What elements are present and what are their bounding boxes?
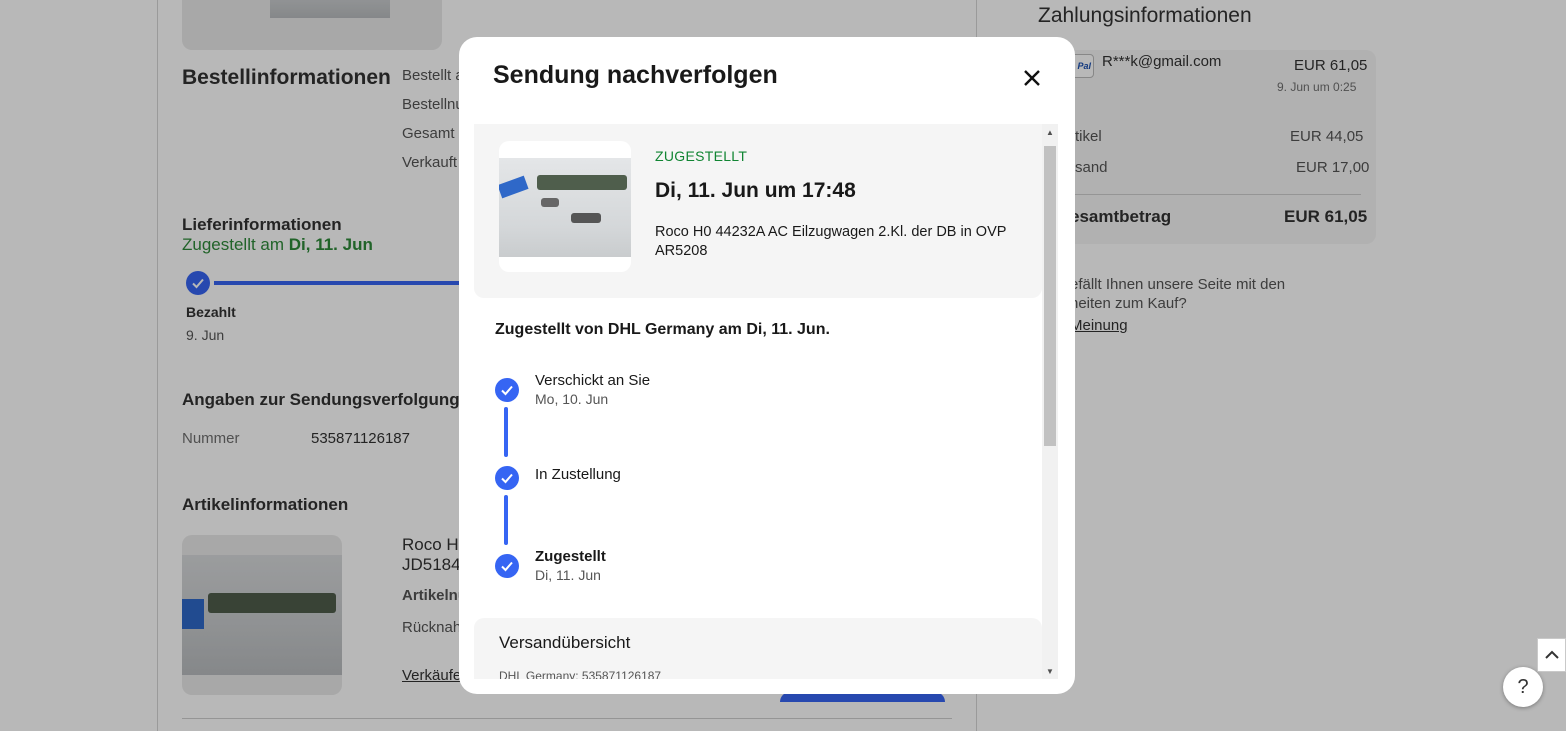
- check-icon: [495, 554, 519, 578]
- scrollbar-thumb[interactable]: [1044, 146, 1056, 446]
- item-thumbnail: [499, 141, 631, 272]
- chevron-up-icon: [1544, 650, 1559, 659]
- carrier-summary: Zugestellt von DHL Germany am Di, 11. Ju…: [495, 321, 830, 338]
- check-icon: [495, 466, 519, 490]
- scroll-to-top-button[interactable]: [1537, 638, 1566, 672]
- timeline-connector: [504, 407, 508, 457]
- step-label: Zugestellt: [535, 548, 606, 565]
- shipment-status-label: ZUGESTELLT: [655, 148, 748, 164]
- step-label: Verschickt an Sie: [535, 372, 651, 389]
- timeline-connector: [504, 495, 508, 545]
- shipment-summary-card: ZUGESTELLT Di, 11. Jun um 17:48 Roco H0 …: [474, 124, 1042, 298]
- tracking-dialog: Sendung nachverfolgen ZUGESTELLT Di, 11.…: [459, 37, 1075, 694]
- scroll-down-icon[interactable]: ▼: [1042, 663, 1058, 679]
- scroll-up-icon[interactable]: ▲: [1042, 124, 1058, 140]
- shipping-overview-card: Versandübersicht DHL Germany: 5358711261…: [474, 618, 1042, 679]
- help-button[interactable]: ?: [1503, 667, 1543, 707]
- part-shape: [541, 198, 559, 207]
- item-title: Roco H0 44232A AC Eilzugwagen 2.Kl. der …: [655, 224, 1007, 259]
- overview-title: Versandübersicht: [499, 633, 631, 652]
- shipment-status-date: Di, 11. Jun um 17:48: [655, 179, 856, 202]
- item-photo: [499, 158, 631, 257]
- step-label: In Zustellung: [535, 466, 621, 483]
- box-shape: [499, 175, 529, 199]
- part-shape: [571, 213, 601, 223]
- dialog-title: Sendung nachverfolgen: [493, 61, 778, 89]
- help-icon: ?: [1517, 675, 1529, 698]
- close-icon: [1024, 70, 1040, 86]
- dialog-scrollbar[interactable]: ▲ ▼: [1042, 124, 1058, 679]
- overview-tracking: DHL Germany: 535871126187: [499, 669, 662, 679]
- train-shape: [537, 175, 627, 190]
- check-icon: [495, 378, 519, 402]
- dialog-scroll-area[interactable]: ZUGESTELLT Di, 11. Jun um 17:48 Roco H0 …: [474, 124, 1042, 679]
- close-button[interactable]: [1015, 61, 1049, 95]
- step-date: Di, 11. Jun: [535, 567, 601, 583]
- step-date: Mo, 10. Jun: [535, 391, 609, 407]
